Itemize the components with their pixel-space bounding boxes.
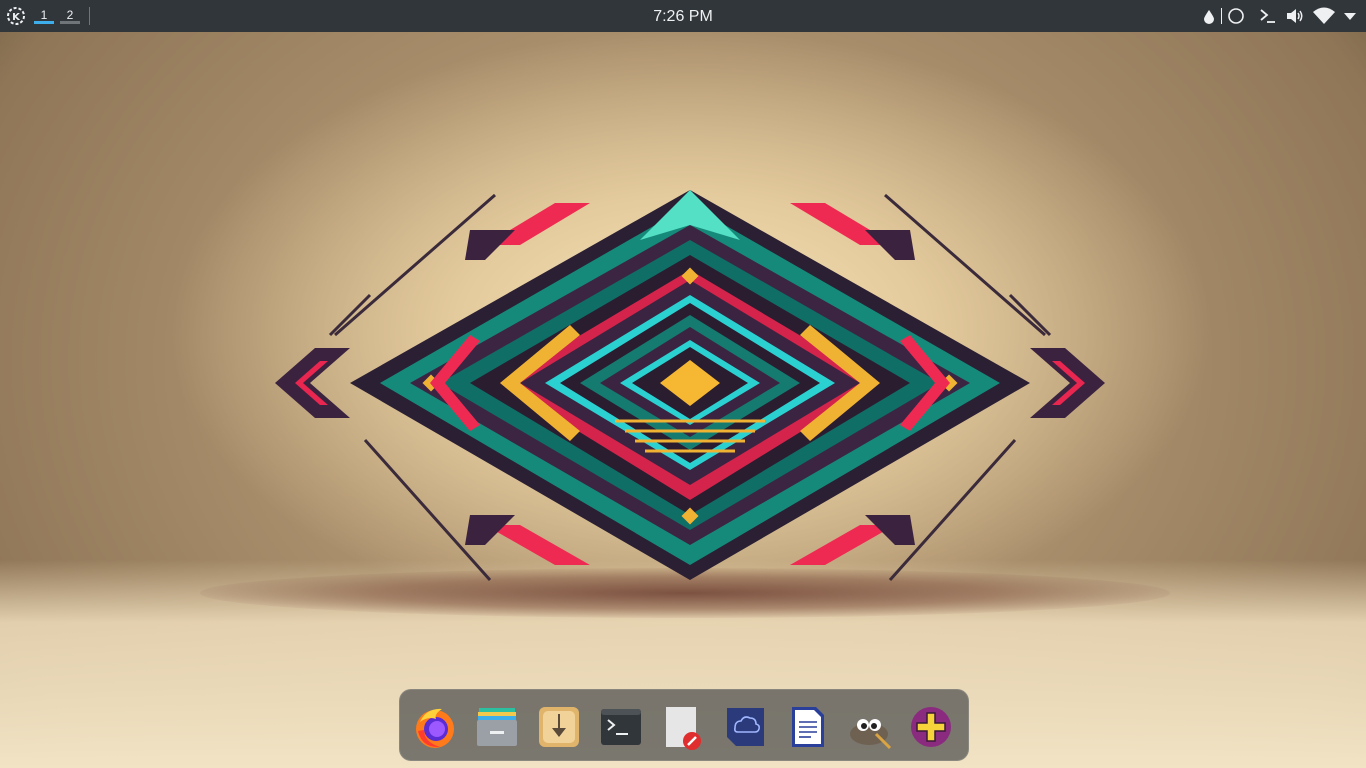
top-panel: K 1 2 7:26 PM — [0, 0, 1366, 32]
firefox-icon[interactable] — [412, 704, 458, 750]
virtual-desktop-2[interactable]: 2 — [60, 8, 80, 28]
virtual-desktop-label: 2 — [66, 8, 74, 22]
night-mode-icon[interactable] — [1226, 6, 1246, 26]
tray-separator — [1221, 8, 1222, 24]
active-desktop-indicator — [34, 21, 54, 24]
app-dock — [399, 689, 969, 761]
clock[interactable]: 7:26 PM — [653, 8, 713, 26]
color-picker-icon[interactable] — [1202, 6, 1216, 26]
kde-logo-icon[interactable]: K — [6, 6, 26, 26]
virtual-desktop-1[interactable]: 1 — [34, 8, 54, 28]
virtual-desktop-label: 1 — [40, 8, 48, 22]
volume-icon[interactable] — [1285, 6, 1305, 26]
wifi-icon[interactable] — [1312, 6, 1336, 26]
gimp-icon[interactable] — [846, 704, 892, 750]
svg-text:K: K — [12, 12, 21, 23]
inactive-desktop-indicator — [60, 21, 80, 24]
wallpaper-art — [275, 190, 1105, 581]
terminal-icon[interactable] — [598, 704, 644, 750]
document-icon[interactable] — [784, 704, 830, 750]
terminal-icon[interactable] — [1258, 6, 1278, 26]
panel-separator — [89, 7, 90, 25]
download-icon[interactable] — [536, 704, 582, 750]
plus-icon[interactable] — [908, 704, 954, 750]
chevron-down-icon[interactable] — [1342, 6, 1358, 26]
text-editor-icon[interactable] — [660, 704, 706, 750]
file-manager-icon[interactable] — [474, 704, 520, 750]
cloud-icon[interactable] — [722, 704, 768, 750]
